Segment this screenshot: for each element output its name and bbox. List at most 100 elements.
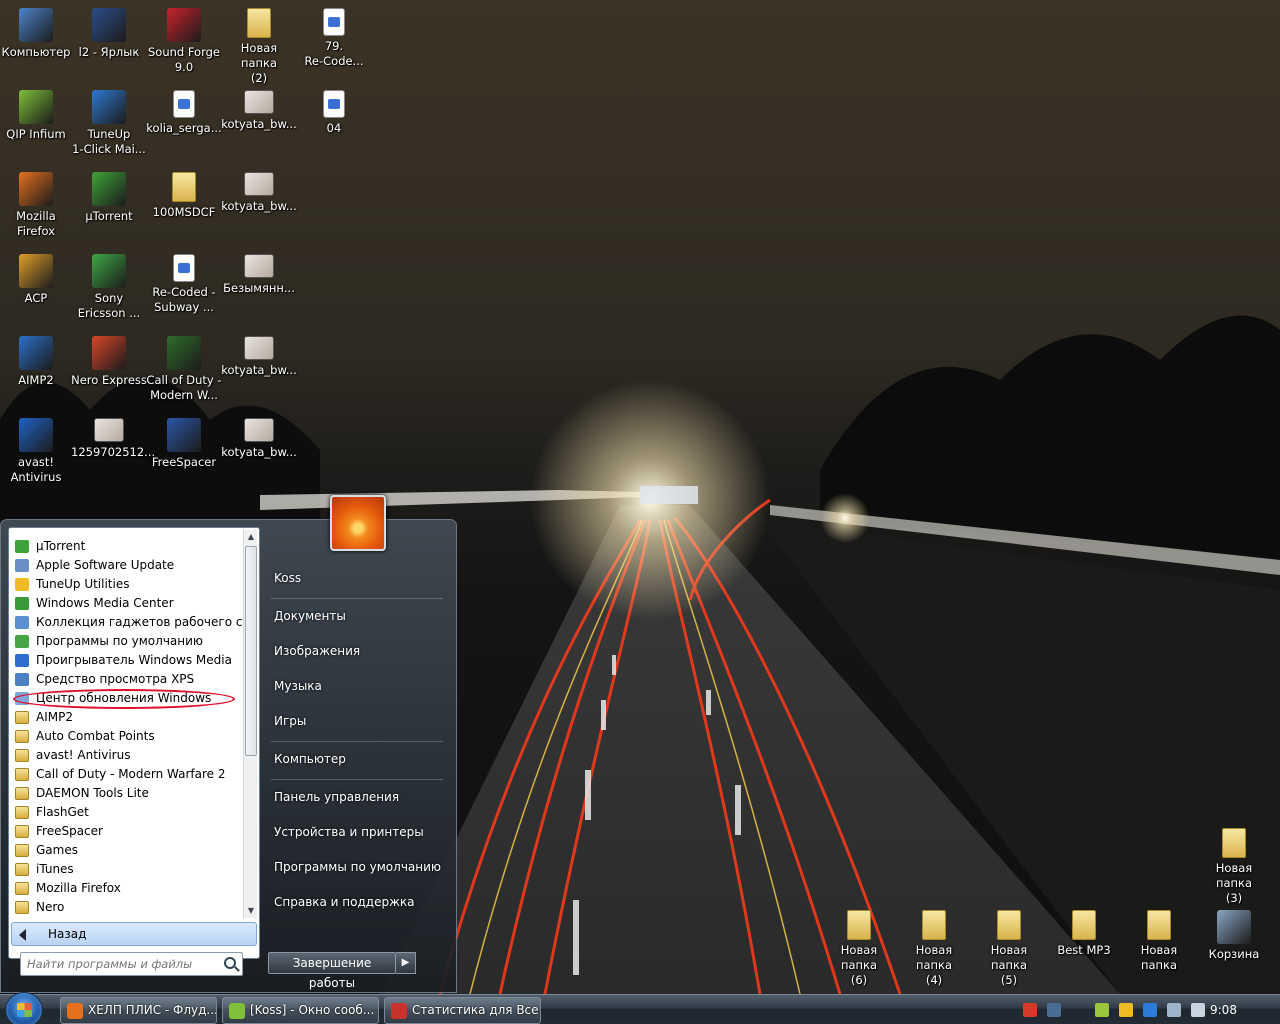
- image-file-icon: [244, 254, 274, 278]
- all-programs-list: µTorrent Apple Software Update TuneUp Util…: [11, 537, 243, 917]
- user-name-link[interactable]: Koss: [263, 563, 451, 598]
- desktop-icon[interactable]: Новая папка (2): [221, 8, 297, 86]
- program-list-item[interactable]: Программы по умолчанию: [11, 632, 243, 651]
- program-list-item[interactable]: DAEMON Tools Lite: [11, 784, 243, 803]
- music-link[interactable]: Музыка: [263, 671, 451, 706]
- desktop-icon-label: Безымянн...: [223, 281, 295, 295]
- desktop-icon[interactable]: QIP Infium: [0, 90, 74, 142]
- computer-link[interactable]: Компьютер: [263, 744, 451, 779]
- folder-icon: [1147, 910, 1171, 940]
- program-list-item[interactable]: Games: [11, 841, 243, 860]
- desktop-icon[interactable]: Новая папка: [1121, 910, 1197, 973]
- desktop-icon[interactable]: TuneUp 1-Click Mai...: [71, 90, 147, 157]
- documents-link[interactable]: Документы: [263, 601, 451, 636]
- search-icon[interactable]: [224, 957, 236, 969]
- taskbar: ХЕЛП ПЛИС - Флуд... [Koss] - Окно сооб...…: [0, 992, 1280, 1024]
- desktop-icon[interactable]: Безымянн...: [221, 254, 297, 296]
- desktop-icon[interactable]: 1259702512...: [71, 418, 155, 460]
- program-list-item[interactable]: Nero: [11, 898, 243, 917]
- desktop-icon[interactable]: Корзина: [1196, 910, 1272, 962]
- scroll-down-icon[interactable]: ▼: [244, 904, 258, 918]
- application-shortcut-icon: [92, 254, 126, 288]
- desktop-icon[interactable]: kotyata_bw...: [221, 336, 297, 378]
- desktop-icon[interactable]: kolia_serga...: [146, 90, 222, 136]
- desktop-icon[interactable]: kotyata_bw...: [221, 418, 297, 460]
- shutdown-button[interactable]: Завершение работы: [268, 952, 396, 990]
- desktop-icon[interactable]: l2 - Ярлык: [71, 8, 147, 60]
- taskbar-window-button[interactable]: [Koss] - Окно сооб...: [222, 997, 379, 1024]
- apple-update-icon: [15, 559, 29, 572]
- desktop-icon[interactable]: Новая папка (3): [1196, 828, 1272, 906]
- program-list-item[interactable]: TuneUp Utilities: [11, 575, 243, 594]
- language-icon[interactable]: [1047, 1003, 1061, 1017]
- volume-icon[interactable]: [1191, 1003, 1205, 1017]
- search-field[interactable]: [20, 952, 243, 976]
- program-list-item[interactable]: Call of Duty - Modern Warfare 2: [11, 765, 243, 784]
- application-shortcut-icon: [92, 336, 126, 370]
- application-shortcut-icon: [1217, 910, 1251, 944]
- desktop-icon[interactable]: Sound Forge 9.0: [146, 8, 222, 75]
- network-icon[interactable]: [1167, 1003, 1181, 1017]
- clock[interactable]: 9:08: [1210, 1003, 1237, 1017]
- program-list-item[interactable]: Коллекция гаджетов рабочего стола: [11, 613, 243, 632]
- program-list-item[interactable]: Apple Software Update: [11, 556, 243, 575]
- desktop-icon[interactable]: µTorrent: [71, 172, 147, 224]
- desktop-icon-label: Sound Forge 9.0: [147, 45, 220, 74]
- taskbar-window-button[interactable]: ХЕЛП ПЛИС - Флуд...: [60, 997, 217, 1024]
- taskbar-window-button[interactable]: Статистика для Все ...: [384, 997, 541, 1024]
- program-list-item[interactable]: µTorrent: [11, 537, 243, 556]
- desktop-icon[interactable]: FreeSpacer: [146, 418, 222, 470]
- scroll-up-icon[interactable]: ▲: [244, 530, 258, 544]
- folder-icon: [15, 806, 29, 819]
- desktop-icon[interactable]: Новая папка (6): [821, 910, 897, 988]
- desktop-icon[interactable]: Новая папка (5): [971, 910, 1047, 988]
- user-picture[interactable]: [330, 495, 386, 551]
- desktop-icon[interactable]: 100MSDCF: [146, 172, 222, 220]
- games-link[interactable]: Игры: [263, 706, 451, 741]
- desktop-icon[interactable]: Sony Ericsson ...: [71, 254, 147, 321]
- program-list-item[interactable]: Проигрыватель Windows Media: [11, 651, 243, 670]
- desktop-icon[interactable]: Новая папка (4): [896, 910, 972, 988]
- program-list-item[interactable]: Mozilla Firefox: [11, 879, 243, 898]
- avast-tray-icon[interactable]: [1143, 1003, 1157, 1017]
- program-list-item[interactable]: iTunes: [11, 860, 243, 879]
- program-list-item[interactable]: Средство просмотра XPS: [11, 670, 243, 689]
- tuneup-tray-icon[interactable]: [1119, 1003, 1133, 1017]
- desktop-icon[interactable]: AIMP2: [0, 336, 74, 388]
- qip-tray-icon[interactable]: [1095, 1003, 1109, 1017]
- desktop-icon[interactable]: Компьютер: [0, 8, 74, 60]
- program-list-item[interactable]: FreeSpacer: [11, 822, 243, 841]
- tray-app-icon[interactable]: [1023, 1003, 1037, 1017]
- control-panel-link[interactable]: Панель управления: [263, 782, 451, 817]
- desktop-icon[interactable]: avast! Antivirus: [0, 418, 74, 485]
- program-list-item[interactable]: Windows Media Center: [11, 594, 243, 613]
- devices-printers-link[interactable]: Устройства и принтеры: [263, 817, 451, 852]
- program-list-item[interactable]: FlashGet: [11, 803, 243, 822]
- desktop-icon[interactable]: Nero Express: [71, 336, 147, 388]
- pictures-link[interactable]: Изображения: [263, 636, 451, 671]
- application-shortcut-icon: [92, 172, 126, 206]
- program-list-item[interactable]: Auto Combat Points: [11, 727, 243, 746]
- desktop-icon-label: Nero Express: [71, 373, 147, 387]
- desktop-icon[interactable]: Call of Duty - Modern W...: [146, 336, 222, 403]
- default-programs-link[interactable]: Программы по умолчанию: [263, 852, 451, 887]
- desktop-icon[interactable]: ACP: [0, 254, 74, 306]
- desktop-icon[interactable]: 04: [296, 90, 372, 136]
- desktop-icon[interactable]: 79. Re-Code...: [296, 8, 372, 69]
- start-button[interactable]: [5, 992, 43, 1024]
- help-support-link[interactable]: Справка и поддержка: [263, 887, 451, 922]
- desktop-icon[interactable]: Best MP3: [1046, 910, 1122, 958]
- desktop-icon[interactable]: kotyata_bw...: [221, 172, 297, 214]
- program-list-item[interactable]: AIMP2: [11, 708, 243, 727]
- desktop-icon-label: 04: [326, 121, 342, 135]
- search-input[interactable]: [27, 954, 217, 974]
- shutdown-options-arrow-icon[interactable]: ▶: [396, 952, 416, 974]
- back-button[interactable]: Назад: [11, 922, 257, 946]
- desktop-icon[interactable]: Re-Coded - Subway ...: [146, 254, 222, 315]
- programs-scrollbar[interactable]: ▲ ▼: [243, 530, 257, 918]
- scrollbar-thumb[interactable]: [245, 546, 257, 756]
- desktop-icon[interactable]: kotyata_bw...: [221, 90, 297, 132]
- program-label: FlashGet: [36, 805, 89, 819]
- desktop-icon[interactable]: Mozilla Firefox: [0, 172, 74, 239]
- program-list-item[interactable]: avast! Antivirus: [11, 746, 243, 765]
